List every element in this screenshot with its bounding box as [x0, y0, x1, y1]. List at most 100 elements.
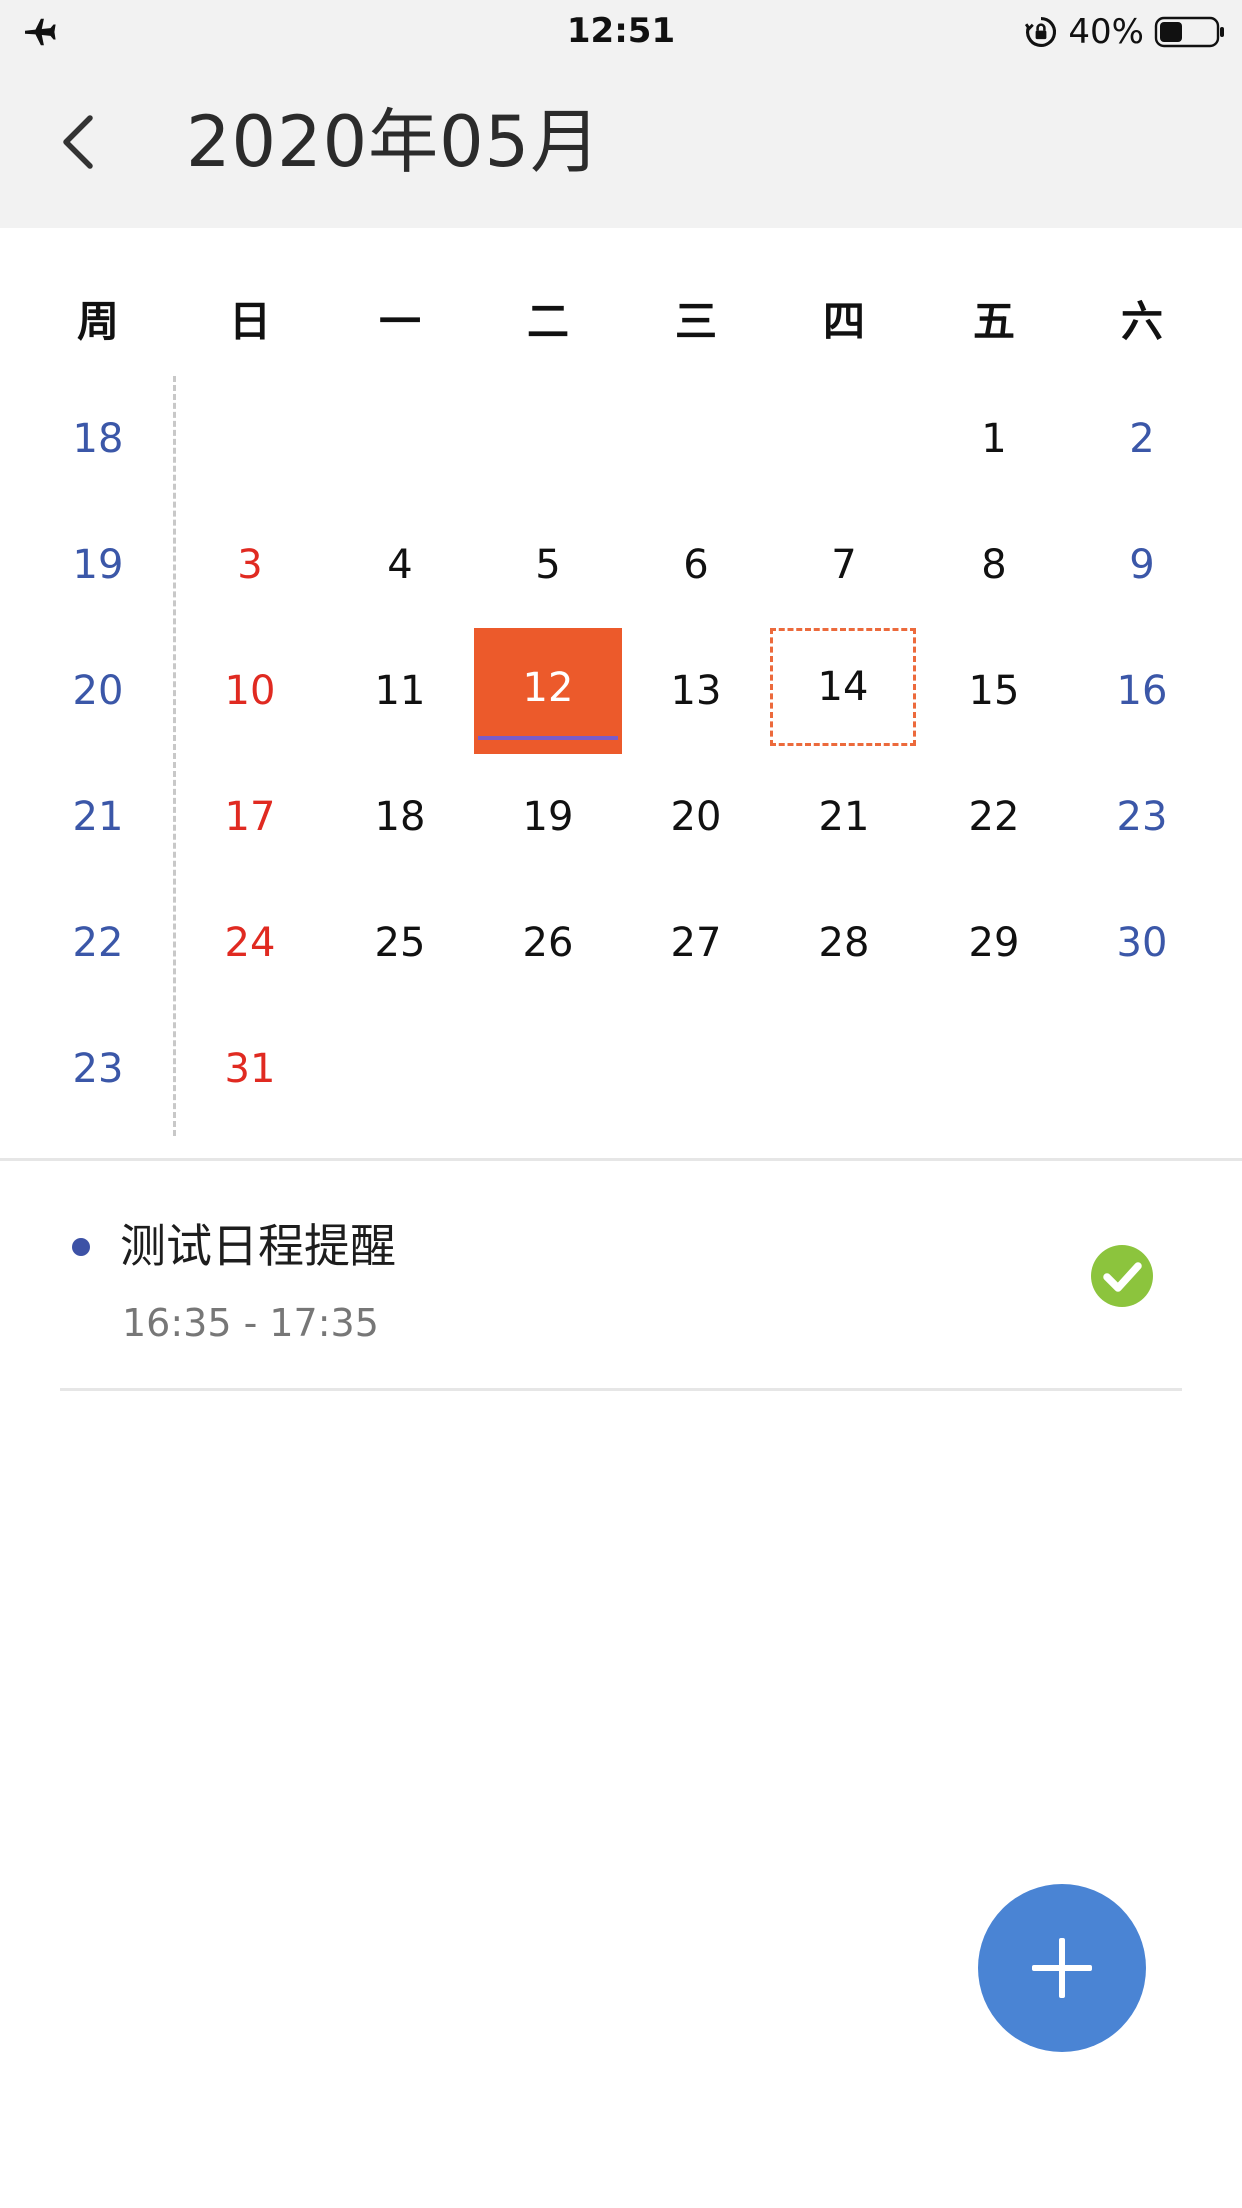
calendar-day-today[interactable]: 14 [770, 628, 916, 746]
calendar-day-selected[interactable]: 12 [474, 628, 622, 754]
calendar-day[interactable]: 8 [920, 502, 1068, 628]
calendar-day[interactable]: 30 [1068, 880, 1216, 1006]
calendar-day-number: 8 [981, 542, 1007, 588]
plus-icon [1032, 1938, 1092, 1998]
calendar-day-number: 13 [670, 668, 722, 714]
calendar-day-number: 15 [968, 668, 1020, 714]
calendar-day-number: 14 [817, 664, 869, 710]
weekday-header: 六 [1120, 297, 1163, 346]
calendar-day[interactable]: 31 [176, 1006, 324, 1132]
calendar-bottom-divider [0, 1158, 1242, 1161]
page-title: 2020年05月 [186, 101, 602, 183]
calendar-day-number: 31 [224, 1046, 276, 1092]
weekday-header: 五 [972, 297, 1015, 346]
event-divider [60, 1388, 1182, 1391]
calendar-day[interactable]: 15 [920, 628, 1068, 754]
event-list-item[interactable]: 测试日程提醒 16:35 - 17:35 [0, 1162, 1242, 1390]
calendar-day[interactable]: 18 [326, 754, 474, 880]
week-number: 22 [72, 920, 124, 966]
calendar-day[interactable]: 16 [1068, 628, 1216, 754]
calendar-day[interactable]: 10 [176, 628, 324, 754]
calendar-day[interactable]: 17 [176, 754, 324, 880]
calendar-week-row: 20 10 11 12 13 14 15 16 [0, 628, 1242, 754]
calendar-day[interactable]: 24 [176, 880, 324, 1006]
calendar-day[interactable]: 25 [326, 880, 474, 1006]
weekday-header: 四 [822, 297, 865, 346]
calendar-day[interactable]: 6 [622, 502, 770, 628]
calendar-day-number: 9 [1129, 542, 1155, 588]
calendar-day-number: 17 [224, 794, 276, 840]
calendar-week-row: 23 31 [0, 1006, 1242, 1132]
calendar-day[interactable]: 23 [1068, 754, 1216, 880]
week-number: 23 [72, 1046, 124, 1092]
weekday-header: 二 [526, 297, 569, 346]
calendar-day-number: 24 [224, 920, 276, 966]
check-circle-icon[interactable] [1090, 1244, 1154, 1308]
calendar-week-row: 18 1 2 [0, 376, 1242, 502]
calendar-day[interactable]: 27 [622, 880, 770, 1006]
calendar-day-number: 4 [387, 542, 413, 588]
calendar-day[interactable]: 29 [920, 880, 1068, 1006]
calendar-day-number: 19 [522, 794, 574, 840]
event-dot [72, 1238, 90, 1256]
weekday-header: 日 [228, 297, 271, 346]
week-number: 21 [72, 794, 124, 840]
calendar-day[interactable]: 20 [622, 754, 770, 880]
battery-icon [1154, 16, 1224, 48]
calendar-day-number: 3 [237, 542, 263, 588]
calendar-week-row: 22 24 25 26 27 28 29 30 [0, 880, 1242, 1006]
calendar-day-number: 2 [1129, 416, 1155, 462]
week-column-header: 周 [76, 297, 119, 346]
calendar-day[interactable]: 7 [770, 502, 918, 628]
calendar-day-number: 10 [224, 668, 276, 714]
calendar-day[interactable]: 19 [474, 754, 622, 880]
week-number: 20 [72, 668, 124, 714]
calendar-day-number: 20 [670, 794, 722, 840]
calendar-day-number: 22 [968, 794, 1020, 840]
calendar-day-number: 29 [968, 920, 1020, 966]
calendar-day[interactable]: 21 [770, 754, 918, 880]
calendar-week-row: 19 3 4 5 6 7 8 9 [0, 502, 1242, 628]
calendar-week-row: 21 17 18 19 20 21 22 23 [0, 754, 1242, 880]
status-bar: 12:51 40% [0, 0, 1242, 64]
calendar-day-number: 12 [522, 665, 574, 711]
selected-day-underline [478, 736, 618, 740]
calendar-day-number: 26 [522, 920, 574, 966]
calendar-day[interactable]: 4 [326, 502, 474, 628]
calendar-day[interactable]: 28 [770, 880, 918, 1006]
weekday-header: 三 [674, 297, 717, 346]
calendar-day-number: 23 [1116, 794, 1168, 840]
calendar-day[interactable]: 26 [474, 880, 622, 1006]
week-number: 19 [72, 542, 124, 588]
week-number: 18 [72, 416, 124, 462]
add-event-button[interactable] [978, 1884, 1146, 2052]
calendar-day-number: 21 [818, 794, 870, 840]
calendar-day[interactable]: 13 [622, 628, 770, 754]
calendar-day[interactable]: 1 [920, 376, 1068, 502]
calendar-day-number: 6 [683, 542, 709, 588]
calendar-day[interactable]: 3 [176, 502, 324, 628]
event-title: 测试日程提醒 [120, 1219, 396, 1273]
chevron-left-icon [63, 115, 93, 169]
calendar-day-number: 30 [1116, 920, 1168, 966]
event-time: 16:35 - 17:35 [122, 1301, 379, 1345]
calendar-day[interactable]: 9 [1068, 502, 1216, 628]
calendar-day[interactable]: 5 [474, 502, 622, 628]
month-calendar: 周日一二三四五六 18 1 2 19 3 4 5 6 7 8 9 20 10 11 12 13 14 15 16 21… [0, 228, 1242, 1158]
calendar-day-number: 28 [818, 920, 870, 966]
calendar-day-number: 16 [1116, 668, 1168, 714]
weekday-header: 一 [378, 297, 421, 346]
back-button[interactable] [50, 104, 106, 180]
rotation-lock-icon [1025, 16, 1057, 47]
calendar-day-number: 1 [981, 416, 1007, 462]
calendar-day-number: 11 [374, 668, 426, 714]
calendar-day-number: 5 [535, 542, 561, 588]
calendar-day[interactable]: 22 [920, 754, 1068, 880]
calendar-screen: 12:51 40% 2020年05月 周日一二三四五六 18 1 2 19 3 4 5 6 7 8… [0, 0, 1242, 2208]
calendar-day-number: 7 [831, 542, 857, 588]
calendar-day-number: 27 [670, 920, 722, 966]
calendar-day[interactable]: 11 [326, 628, 474, 754]
battery-percent: 40% [1068, 12, 1144, 52]
calendar-day[interactable]: 2 [1068, 376, 1216, 502]
calendar-day-number: 25 [374, 920, 426, 966]
